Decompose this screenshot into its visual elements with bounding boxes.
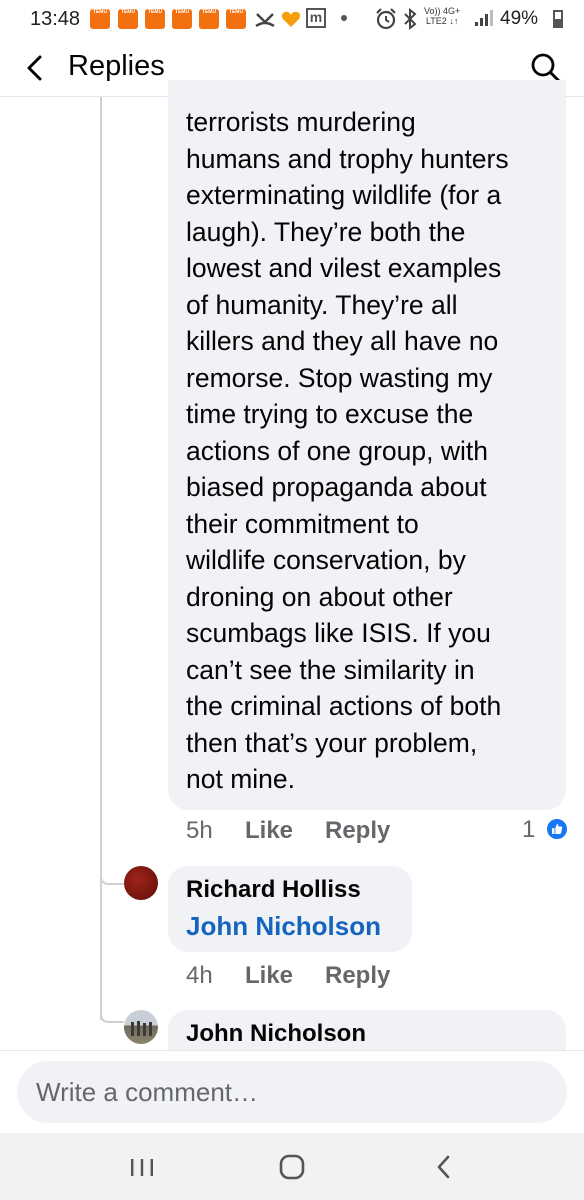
home-icon[interactable] (272, 1151, 312, 1183)
reply-time: 4h (186, 962, 213, 989)
reaction-count[interactable]: 1 (522, 816, 535, 844)
dot-icon (341, 15, 347, 21)
mention-link[interactable]: John Nicholson (186, 911, 381, 942)
system-nav-bar (0, 1133, 584, 1200)
comment-input[interactable] (17, 1061, 567, 1123)
network-indicator: Vo)) 4G+ LTE2 ↓↑ (424, 6, 461, 26)
comment-text: terrorists murdering humans and trophy h… (186, 107, 509, 794)
thread-connector (100, 866, 124, 885)
temu-app-icon: TEMU (172, 9, 192, 29)
like-reaction-icon[interactable] (545, 817, 569, 841)
thread-line (100, 97, 102, 887)
chevron-left-icon[interactable] (20, 52, 50, 84)
temu-app-icon: TEMU (145, 9, 165, 29)
alarm-icon (376, 8, 396, 30)
missed-call-icon (255, 13, 275, 28)
battery-percent: 49% (500, 8, 539, 29)
m-app-icon: m (306, 8, 326, 28)
heart-icon (281, 11, 301, 27)
reply-button[interactable]: Reply (325, 962, 390, 990)
bluetooth-icon (404, 8, 417, 30)
status-time: 13:48 (30, 8, 81, 30)
battery-icon (553, 10, 563, 28)
comment-composer (0, 1050, 584, 1133)
reply-button[interactable]: Reply (325, 817, 390, 845)
thread-connector (100, 1008, 124, 1023)
temu-app-icon: TEMU (199, 9, 219, 29)
signal-icon (475, 10, 493, 26)
reply-author[interactable]: John Nicholson (186, 1020, 366, 1048)
like-button[interactable]: Like (245, 962, 293, 990)
reply-author[interactable]: Richard Holliss (186, 876, 361, 904)
back-icon[interactable] (424, 1151, 464, 1183)
avatar[interactable] (124, 866, 158, 900)
page-title: Replies (68, 50, 165, 82)
like-button[interactable]: Like (245, 817, 293, 845)
temu-app-icon: TEMU (118, 9, 138, 29)
avatar[interactable] (124, 1010, 158, 1044)
temu-app-icon: TEMU (90, 9, 110, 29)
recent-apps-icon[interactable] (122, 1151, 162, 1183)
thread-line (100, 870, 102, 1020)
status-bar: 13:48 TEMU TEMU TEMU TEMU TEMU TEMU m Vo… (0, 0, 584, 40)
comment-time: 5h (186, 817, 213, 844)
temu-app-icon: TEMU (226, 9, 246, 29)
